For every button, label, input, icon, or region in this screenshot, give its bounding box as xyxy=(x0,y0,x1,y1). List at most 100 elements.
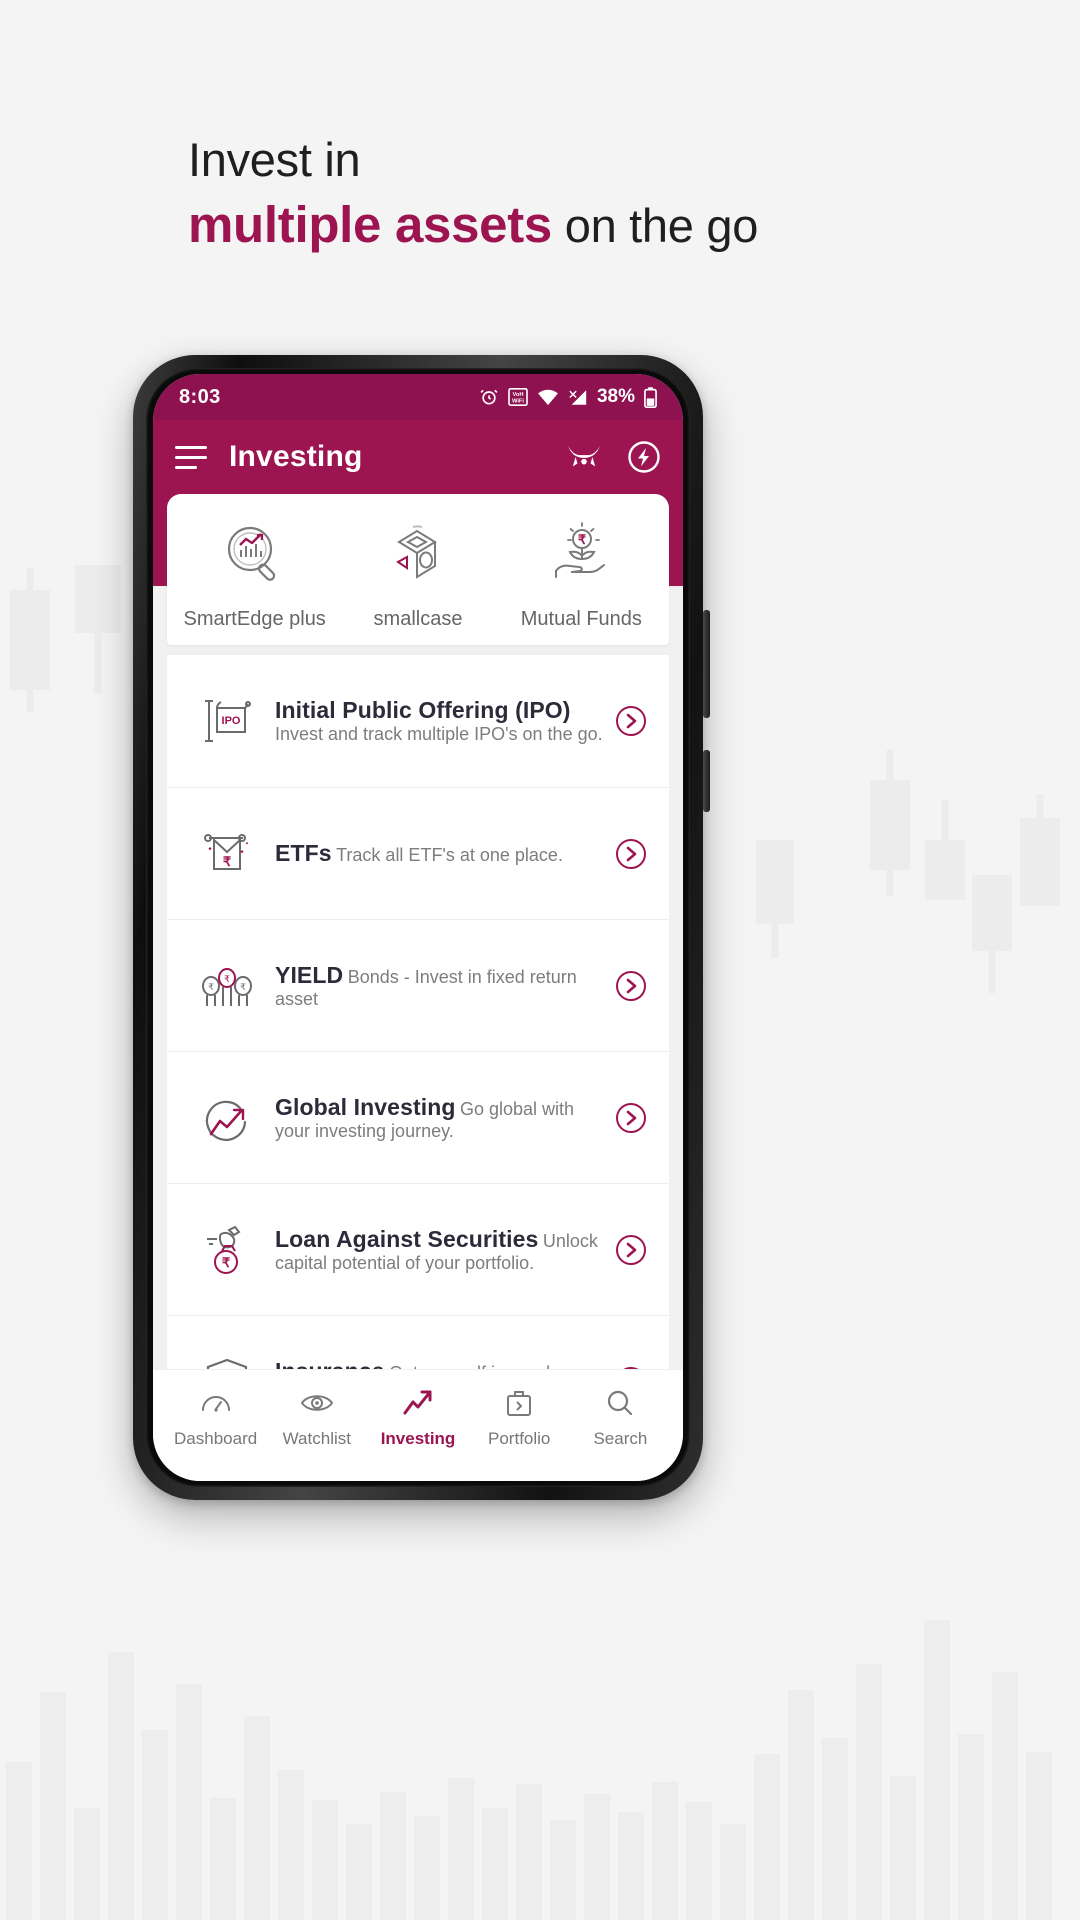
svg-text:₹: ₹ xyxy=(224,974,230,984)
product-text: Loan Against Securities Unlock capital p… xyxy=(265,1226,603,1274)
bg-bar xyxy=(720,1824,746,1920)
promo-headline-accent: multiple assets xyxy=(188,196,552,254)
ipo-flag-icon: IPO xyxy=(189,691,265,751)
bg-bar xyxy=(1026,1752,1052,1920)
magnifier-chart-icon xyxy=(222,516,288,594)
battery-icon xyxy=(644,386,657,408)
alarm-icon xyxy=(480,389,498,405)
chevron-right-icon[interactable] xyxy=(603,838,647,870)
product-row-ipo[interactable]: IPO Initial Public Offering (IPO) Invest… xyxy=(167,655,669,787)
product-subtitle: Track all ETF's at one place. xyxy=(336,845,563,865)
product-text: Insurance Get yourself insured through m… xyxy=(265,1358,603,1370)
product-row-yield[interactable]: ₹ ₹ ₹ YIELD Bonds - Invest in fixed retu… xyxy=(167,919,669,1051)
chevron-right-icon[interactable] xyxy=(603,1102,647,1134)
quick-actions-card: SmartEdge plus smallcase ₹ Mutual Funds xyxy=(167,494,669,645)
bg-bar xyxy=(244,1716,270,1920)
bg-bar xyxy=(584,1794,610,1920)
svg-text:₹: ₹ xyxy=(208,982,214,992)
quick-action-mutual-funds[interactable]: ₹ Mutual Funds xyxy=(500,516,663,631)
chevron-right-icon[interactable] xyxy=(603,1234,647,1266)
flash-icon[interactable] xyxy=(627,440,661,474)
bg-candle xyxy=(75,565,121,693)
bg-bar xyxy=(550,1820,576,1920)
etf-bag-icon: ₹ xyxy=(189,824,265,884)
battery-percent: 38% xyxy=(596,386,635,407)
bg-bar xyxy=(754,1754,780,1920)
nav-item-dashboard[interactable]: Dashboard xyxy=(165,1386,266,1449)
bg-bar xyxy=(380,1792,406,1920)
svg-text:₹: ₹ xyxy=(578,532,587,547)
bg-bar xyxy=(346,1824,372,1920)
app-content: SmartEdge plus smallcase ₹ Mutual Funds … xyxy=(153,494,683,1369)
product-title: Initial Public Offering (IPO) xyxy=(275,697,571,723)
nav-item-portfolio[interactable]: Portfolio xyxy=(469,1386,570,1449)
bg-bar xyxy=(992,1672,1018,1920)
bg-bar xyxy=(108,1652,134,1920)
bg-bar xyxy=(40,1692,66,1920)
nav-label: Portfolio xyxy=(488,1429,551,1448)
yield-coins-icon: ₹ ₹ ₹ xyxy=(189,956,265,1016)
chevron-right-icon[interactable] xyxy=(603,1366,647,1369)
search-icon xyxy=(606,1386,634,1420)
bg-bar xyxy=(958,1734,984,1920)
quick-action-smartedge-plus[interactable]: SmartEdge plus xyxy=(173,516,336,631)
smallcase-box-icon xyxy=(385,516,451,594)
bg-bar xyxy=(210,1798,236,1920)
bg-candle xyxy=(925,800,965,900)
bg-bar xyxy=(142,1730,168,1920)
bg-candle xyxy=(972,875,1012,993)
nav-item-investing[interactable]: Investing xyxy=(367,1386,468,1449)
bg-bar xyxy=(618,1812,644,1920)
product-subtitle: Invest and track multiple IPO's on the g… xyxy=(275,724,603,744)
phone-bezel: 8:03 VoH WiFi 38% Investing SmartEdge pl… xyxy=(146,368,690,1487)
promo-headline-line2-rest: on the go xyxy=(551,199,759,253)
wifi-icon xyxy=(538,389,558,406)
chevron-right-icon[interactable] xyxy=(603,970,647,1002)
product-title: YIELD xyxy=(275,961,344,988)
bg-bar xyxy=(856,1664,882,1920)
svg-text:WiFi: WiFi xyxy=(512,399,524,405)
phone-power-button xyxy=(703,750,710,812)
nav-item-watchlist[interactable]: Watchlist xyxy=(266,1386,367,1449)
chevron-right-icon[interactable] xyxy=(603,705,647,737)
nav-label: Watchlist xyxy=(282,1429,351,1448)
gauge-icon xyxy=(200,1386,232,1420)
status-bar: 8:03 VoH WiFi 38% xyxy=(153,374,683,420)
nav-item-search[interactable]: Search xyxy=(570,1386,671,1449)
hand-plant-rupee-icon: ₹ xyxy=(548,516,614,594)
product-list: IPO Initial Public Offering (IPO) Invest… xyxy=(167,655,669,1369)
promo-headline-line1: Invest in xyxy=(188,133,361,186)
svg-text:₹: ₹ xyxy=(240,982,246,992)
page-title: Investing xyxy=(229,440,363,473)
bg-candle xyxy=(1020,794,1060,906)
nav-label: Investing xyxy=(380,1429,456,1448)
briefcase-icon xyxy=(505,1386,533,1420)
quick-action-label: smallcase xyxy=(373,608,463,630)
bg-bar xyxy=(414,1816,440,1920)
bg-bar xyxy=(312,1800,338,1920)
phone-volume-button xyxy=(703,610,710,718)
bg-bar xyxy=(652,1782,678,1920)
product-title: Global Investing xyxy=(275,1093,456,1120)
product-text: ETFs Track all ETF's at one place. xyxy=(265,840,603,867)
product-row-global-investing[interactable]: Global Investing Go global with your inv… xyxy=(167,1051,669,1183)
bg-bar xyxy=(176,1684,202,1920)
bg-candle xyxy=(10,568,50,712)
product-row-etfs[interactable]: ₹ ETFs Track all ETF's at one place. xyxy=(167,787,669,919)
bull-icon[interactable] xyxy=(565,443,603,471)
svg-text:IPO: IPO xyxy=(222,715,241,727)
quick-action-smallcase[interactable]: smallcase xyxy=(336,516,499,631)
signal-icon xyxy=(569,389,587,405)
bottom-navigation: Dashboard Watchlist Investing Portfolio … xyxy=(153,1369,683,1481)
product-row-insurance[interactable]: Insurance Get yourself insured through m… xyxy=(167,1315,669,1369)
svg-text:₹: ₹ xyxy=(223,854,232,869)
nav-label: Dashboard xyxy=(174,1429,258,1448)
app-bar-actions xyxy=(565,440,661,474)
phone-screen: 8:03 VoH WiFi 38% Investing SmartEdge pl… xyxy=(153,374,683,1481)
bg-bar xyxy=(686,1802,712,1920)
hamburger-icon[interactable] xyxy=(175,445,207,469)
shield-check-icon xyxy=(189,1352,265,1369)
status-icons: VoH WiFi 38% xyxy=(479,386,657,408)
bg-bar xyxy=(516,1784,542,1920)
product-row-loan-against-securities[interactable]: ₹ Loan Against Securities Unlock capital… xyxy=(167,1183,669,1315)
